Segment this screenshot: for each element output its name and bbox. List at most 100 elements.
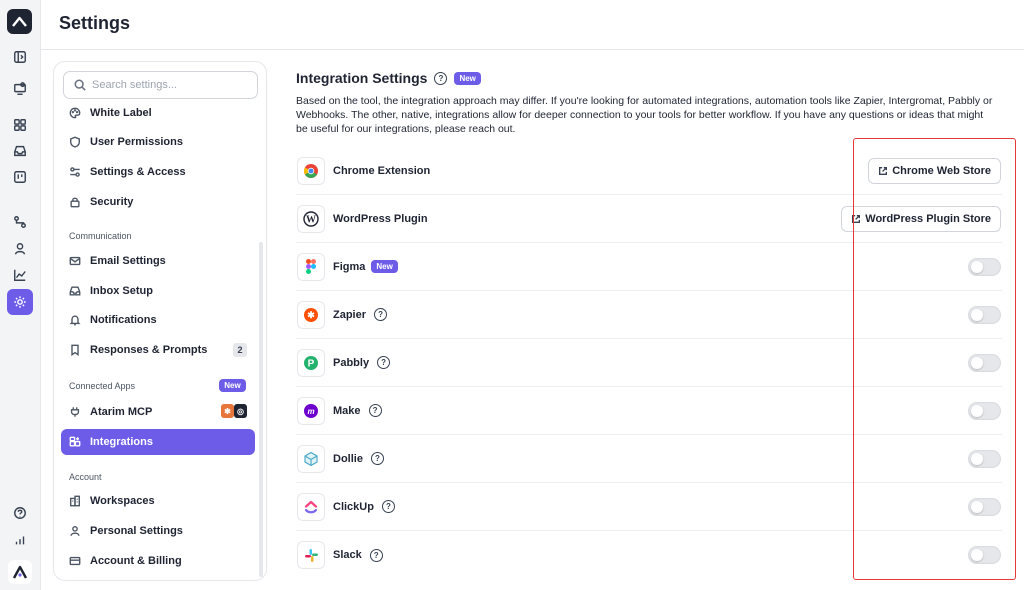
search-box[interactable]	[63, 71, 258, 99]
chrome-web-store-button[interactable]: Chrome Web Store	[868, 157, 1001, 184]
mail-icon	[69, 256, 81, 266]
svg-text:P: P	[308, 358, 315, 369]
external-link-icon	[852, 214, 861, 223]
new-badge: New	[371, 260, 398, 273]
integration-row-make: m Make ?	[296, 387, 1002, 435]
toggle-knob	[971, 404, 983, 417]
help-icon[interactable]: ?	[374, 308, 388, 321]
integration-name-text: Dollie	[333, 452, 363, 465]
new-badge: New	[454, 71, 481, 85]
sidebar-item-label: Responses & Prompts	[90, 344, 208, 356]
integration-name-text: Chrome Extension	[333, 164, 431, 177]
section-description: Based on the tool, the integration appro…	[296, 95, 993, 135]
sidebar-item-personal-settings[interactable]: Personal Settings	[61, 518, 255, 544]
sidebar-item-white-label[interactable]: White Label	[61, 100, 255, 126]
analytics-icon[interactable]	[8, 263, 32, 287]
mcp-app-icons: ✱ ◎	[221, 404, 247, 418]
buildings-icon	[70, 495, 80, 507]
sidebar-item-responses-prompts[interactable]: Responses & Prompts 2	[61, 337, 255, 363]
sidebar-item-user-permissions[interactable]: User Permissions	[61, 129, 255, 155]
settings-gear-icon[interactable]	[7, 289, 33, 315]
plug-icon	[70, 407, 80, 417]
make-icon: m	[297, 396, 325, 425]
sidebar-item-atarim-mcp[interactable]: Atarim MCP ✱ ◎	[61, 399, 255, 425]
app-logo-icon[interactable]	[7, 9, 32, 34]
integration-name: Chrome Extension	[333, 165, 430, 177]
help-icon[interactable]: ?	[434, 71, 448, 85]
integration-name: Zapier ?	[333, 308, 388, 321]
count-badge: 2	[233, 343, 247, 357]
section-label-communication: Communication	[69, 231, 132, 241]
sliders-icon	[70, 167, 80, 177]
button-label: Chrome Web Store	[892, 164, 991, 177]
integration-name-text: WordPress Plugin	[333, 212, 428, 225]
sidebar-item-account-billing[interactable]: Account & Billing	[61, 548, 255, 574]
clickup-toggle[interactable]	[968, 497, 1001, 516]
sidebar-item-workspaces[interactable]: Workspaces	[61, 488, 255, 514]
figma-toggle[interactable]	[968, 257, 1001, 276]
wordpress-plugin-store-button[interactable]: WordPress Plugin Store	[841, 205, 1001, 232]
integration-name-text: Make	[333, 404, 361, 417]
svg-text:m: m	[307, 407, 314, 416]
sidebar-item-settings-access[interactable]: Settings & Access	[61, 159, 255, 185]
chrome-icon	[297, 156, 325, 185]
dollie-toggle[interactable]	[968, 449, 1001, 468]
sidebar-item-notifications[interactable]: Notifications	[61, 307, 255, 333]
integration-row-wordpress: W WordPress Plugin WordPress Plugin Stor…	[296, 195, 1002, 243]
user-icon[interactable]	[8, 237, 32, 261]
search-icon	[74, 79, 86, 91]
make-toggle[interactable]	[968, 401, 1001, 420]
help-icon[interactable]: ?	[369, 548, 383, 562]
button-label: WordPress Plugin Store	[865, 212, 991, 225]
help-icon[interactable]	[8, 501, 32, 525]
inbox-icon[interactable]	[8, 139, 32, 163]
integration-row-chrome: Chrome Extension Chrome Web Store	[296, 147, 1002, 195]
zapier-toggle[interactable]	[968, 305, 1001, 324]
sidebar-item-label: Account & Billing	[90, 555, 182, 567]
new-badge: New	[219, 379, 246, 392]
integrations-icon	[69, 436, 81, 447]
slack-toggle[interactable]	[968, 546, 1001, 564]
brand-logo-icon[interactable]	[8, 560, 32, 584]
sidebar-item-inbox-setup[interactable]: Inbox Setup	[61, 278, 255, 304]
sidebar-item-email-settings[interactable]: Email Settings	[61, 248, 255, 274]
integration-name: Figma New	[333, 260, 398, 273]
help-icon[interactable]: ?	[370, 452, 384, 465]
palette-icon	[69, 107, 81, 119]
openai-icon: ◎	[234, 404, 247, 418]
search-input[interactable]	[92, 79, 252, 91]
help-icon[interactable]: ?	[381, 500, 395, 513]
sidebar-item-label: Integrations	[90, 436, 153, 448]
help-icon[interactable]: ?	[377, 356, 391, 369]
board-icon[interactable]	[8, 165, 32, 189]
integration-row-dollie: Dollie ?	[296, 435, 1002, 483]
dashboard-grid-icon[interactable]	[8, 113, 32, 137]
integration-name: Make ?	[333, 404, 382, 417]
integration-name-text: Pabbly	[333, 356, 370, 369]
integration-name-text: Zapier	[333, 308, 367, 321]
svg-text:✱: ✱	[307, 310, 315, 320]
claude-icon: ✱	[221, 404, 234, 418]
pabbly-icon: P	[297, 348, 325, 377]
help-icon[interactable]: ?	[368, 404, 382, 417]
settings-sidebar: White Label User Permissions Settings & …	[53, 61, 267, 581]
external-link-icon	[879, 166, 888, 175]
integration-row-slack: Slack ?	[296, 531, 1002, 579]
section-label-account: Account	[69, 472, 102, 482]
workflow-icon[interactable]	[8, 210, 32, 234]
wordpress-icon: W	[297, 204, 325, 233]
lock-icon	[70, 197, 80, 208]
figma-icon	[297, 252, 325, 281]
sidebar-item-security[interactable]: Security	[61, 189, 255, 215]
sidebar-scrollbar[interactable]	[259, 242, 263, 577]
pabbly-toggle[interactable]	[968, 353, 1001, 372]
sidebar-item-integrations[interactable]: Integrations	[61, 429, 255, 455]
desktop-icon[interactable]	[8, 77, 32, 101]
integration-name: Slack ?	[333, 548, 383, 562]
shield-icon	[70, 136, 80, 148]
sidebar-item-label: Workspaces	[90, 495, 155, 507]
integration-name: ClickUp ?	[333, 500, 395, 513]
sidebar-item-label: Settings & Access	[90, 166, 186, 178]
stats-icon[interactable]	[8, 528, 32, 552]
sidebar-toggle-icon[interactable]	[8, 45, 32, 69]
